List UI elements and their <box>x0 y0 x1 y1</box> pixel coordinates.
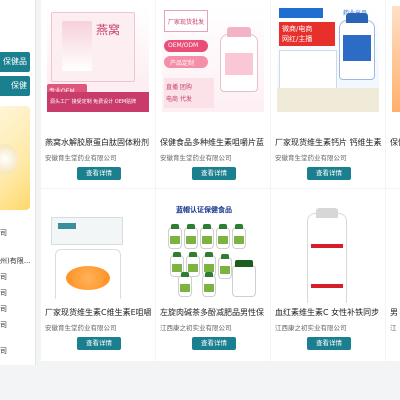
product-bottle-graphic <box>55 249 121 299</box>
product-title[interactable]: 左旋肉碱茶多酚减肥品男性保 <box>160 307 266 318</box>
left-text-2: 州)有限... <box>0 257 31 265</box>
view-details-button[interactable]: 查看详情 <box>192 337 236 350</box>
left-text-7: 司 <box>0 347 7 355</box>
product-card[interactable]: 蓝帽认证保健食品 左旋肉碱茶多酚减肥品男性保 江西康之初实业有限公司 查看详情 <box>156 189 270 361</box>
product-card[interactable]: 燕窝 专业OEM 源头工厂 接受定制 免费设计 OEM贴牌 燕窝水解胶原蛋白肽固… <box>41 0 155 188</box>
product-title[interactable]: 厂家现货维生素C维生素E咀嚼 <box>45 307 151 318</box>
product-bottle-graphic <box>339 13 375 80</box>
view-details-button[interactable]: 查看详情 <box>192 167 236 180</box>
left-category-button-1[interactable]: 保健品 <box>0 52 30 72</box>
company-name[interactable]: 安徽育生堂药业有限公司 <box>160 152 266 162</box>
left-category-button-2[interactable]: 保健 <box>0 76 30 96</box>
left-sidebar: 保健品 保健 司 州)有限... 司 司 司 司 司 <box>0 0 36 365</box>
product-title[interactable]: 男 <box>390 307 400 318</box>
product-card[interactable]: 厂家现货维生素C维生素E咀嚼 安徽育生堂药业有限公司 查看详情 <box>41 189 155 361</box>
product-card-partial[interactable]: 保健 <box>386 0 400 188</box>
product-title[interactable]: 保健食品多种维生素咀嚼片蓝 <box>160 137 266 148</box>
left-text-1: 司 <box>0 229 7 237</box>
left-text-5: 司 <box>0 305 7 313</box>
product-image[interactable]: 蓝帽认证保健食品 <box>162 199 264 299</box>
company-name[interactable]: 江西康之初实业有限公司 <box>160 322 266 332</box>
left-thumbnail-image[interactable] <box>0 106 30 210</box>
product-title[interactable]: 燕窝水解胶原蛋白肽固体粉剂 <box>45 137 151 148</box>
product-card[interactable]: 血红素维生素C 女性补铁同步 江西康之初实业有限公司 查看详情 <box>271 189 385 361</box>
left-text-4: 司 <box>0 289 7 297</box>
product-card[interactable]: 微商/电商 网红/主播 直播 团购 平台 代发 药业出品 厂家现货维生素钙片 钙… <box>271 0 385 188</box>
product-image[interactable]: 厂家现货批发 OEM/ODM 产品定制 直播 团购 电商 代发 <box>162 6 264 112</box>
product-bottle-graphic <box>307 208 347 303</box>
view-details-button[interactable]: 查看详情 <box>307 167 351 180</box>
product-box-graphic: 燕窝 <box>51 12 135 82</box>
company-name[interactable]: 安徽育生堂药业有限公司 <box>45 152 151 162</box>
product-box-graphic <box>51 217 123 245</box>
product-image[interactable]: 燕窝 专业OEM 源头工厂 接受定制 免费设计 OEM贴牌 <box>47 6 149 112</box>
product-title[interactable]: 厂家现货维生素钙片 钙维生素 <box>275 137 381 148</box>
product-grid-page: 保健品 保健 司 州)有限... 司 司 司 司 司 燕窝 专业OEM 源头工厂… <box>0 0 400 400</box>
product-title[interactable]: 血红素维生素C 女性补铁同步 <box>275 307 381 318</box>
company-name[interactable]: 江 <box>390 322 400 332</box>
left-text-6: 司 <box>0 321 7 329</box>
product-image[interactable] <box>47 203 149 299</box>
company-name[interactable]: 安徽育生堂药业有限公司 <box>45 322 151 332</box>
left-text-3: 司 <box>0 273 7 281</box>
view-details-button[interactable]: 查看详情 <box>77 337 121 350</box>
product-image[interactable] <box>392 6 400 112</box>
view-details-button[interactable]: 查看详情 <box>307 337 351 350</box>
product-title[interactable]: 保健 <box>390 137 400 148</box>
product-card-partial[interactable]: 男 江 <box>386 189 400 361</box>
view-details-button[interactable]: 查看详情 <box>77 167 121 180</box>
product-image[interactable]: 微商/电商 网红/主播 直播 团购 平台 代发 药业出品 <box>277 6 379 112</box>
product-bottle-graphic <box>220 27 258 92</box>
product-image[interactable] <box>277 207 379 303</box>
company-name[interactable]: 江西康之初实业有限公司 <box>275 322 381 332</box>
image-banner: 源头工厂 接受定制 免费设计 OEM贴牌 <box>47 92 149 112</box>
product-card[interactable]: 厂家现货批发 OEM/ODM 产品定制 直播 团购 电商 代发 保健食品多种维生… <box>156 0 270 188</box>
company-name[interactable]: 安徽育生堂药业有限公司 <box>275 152 381 162</box>
